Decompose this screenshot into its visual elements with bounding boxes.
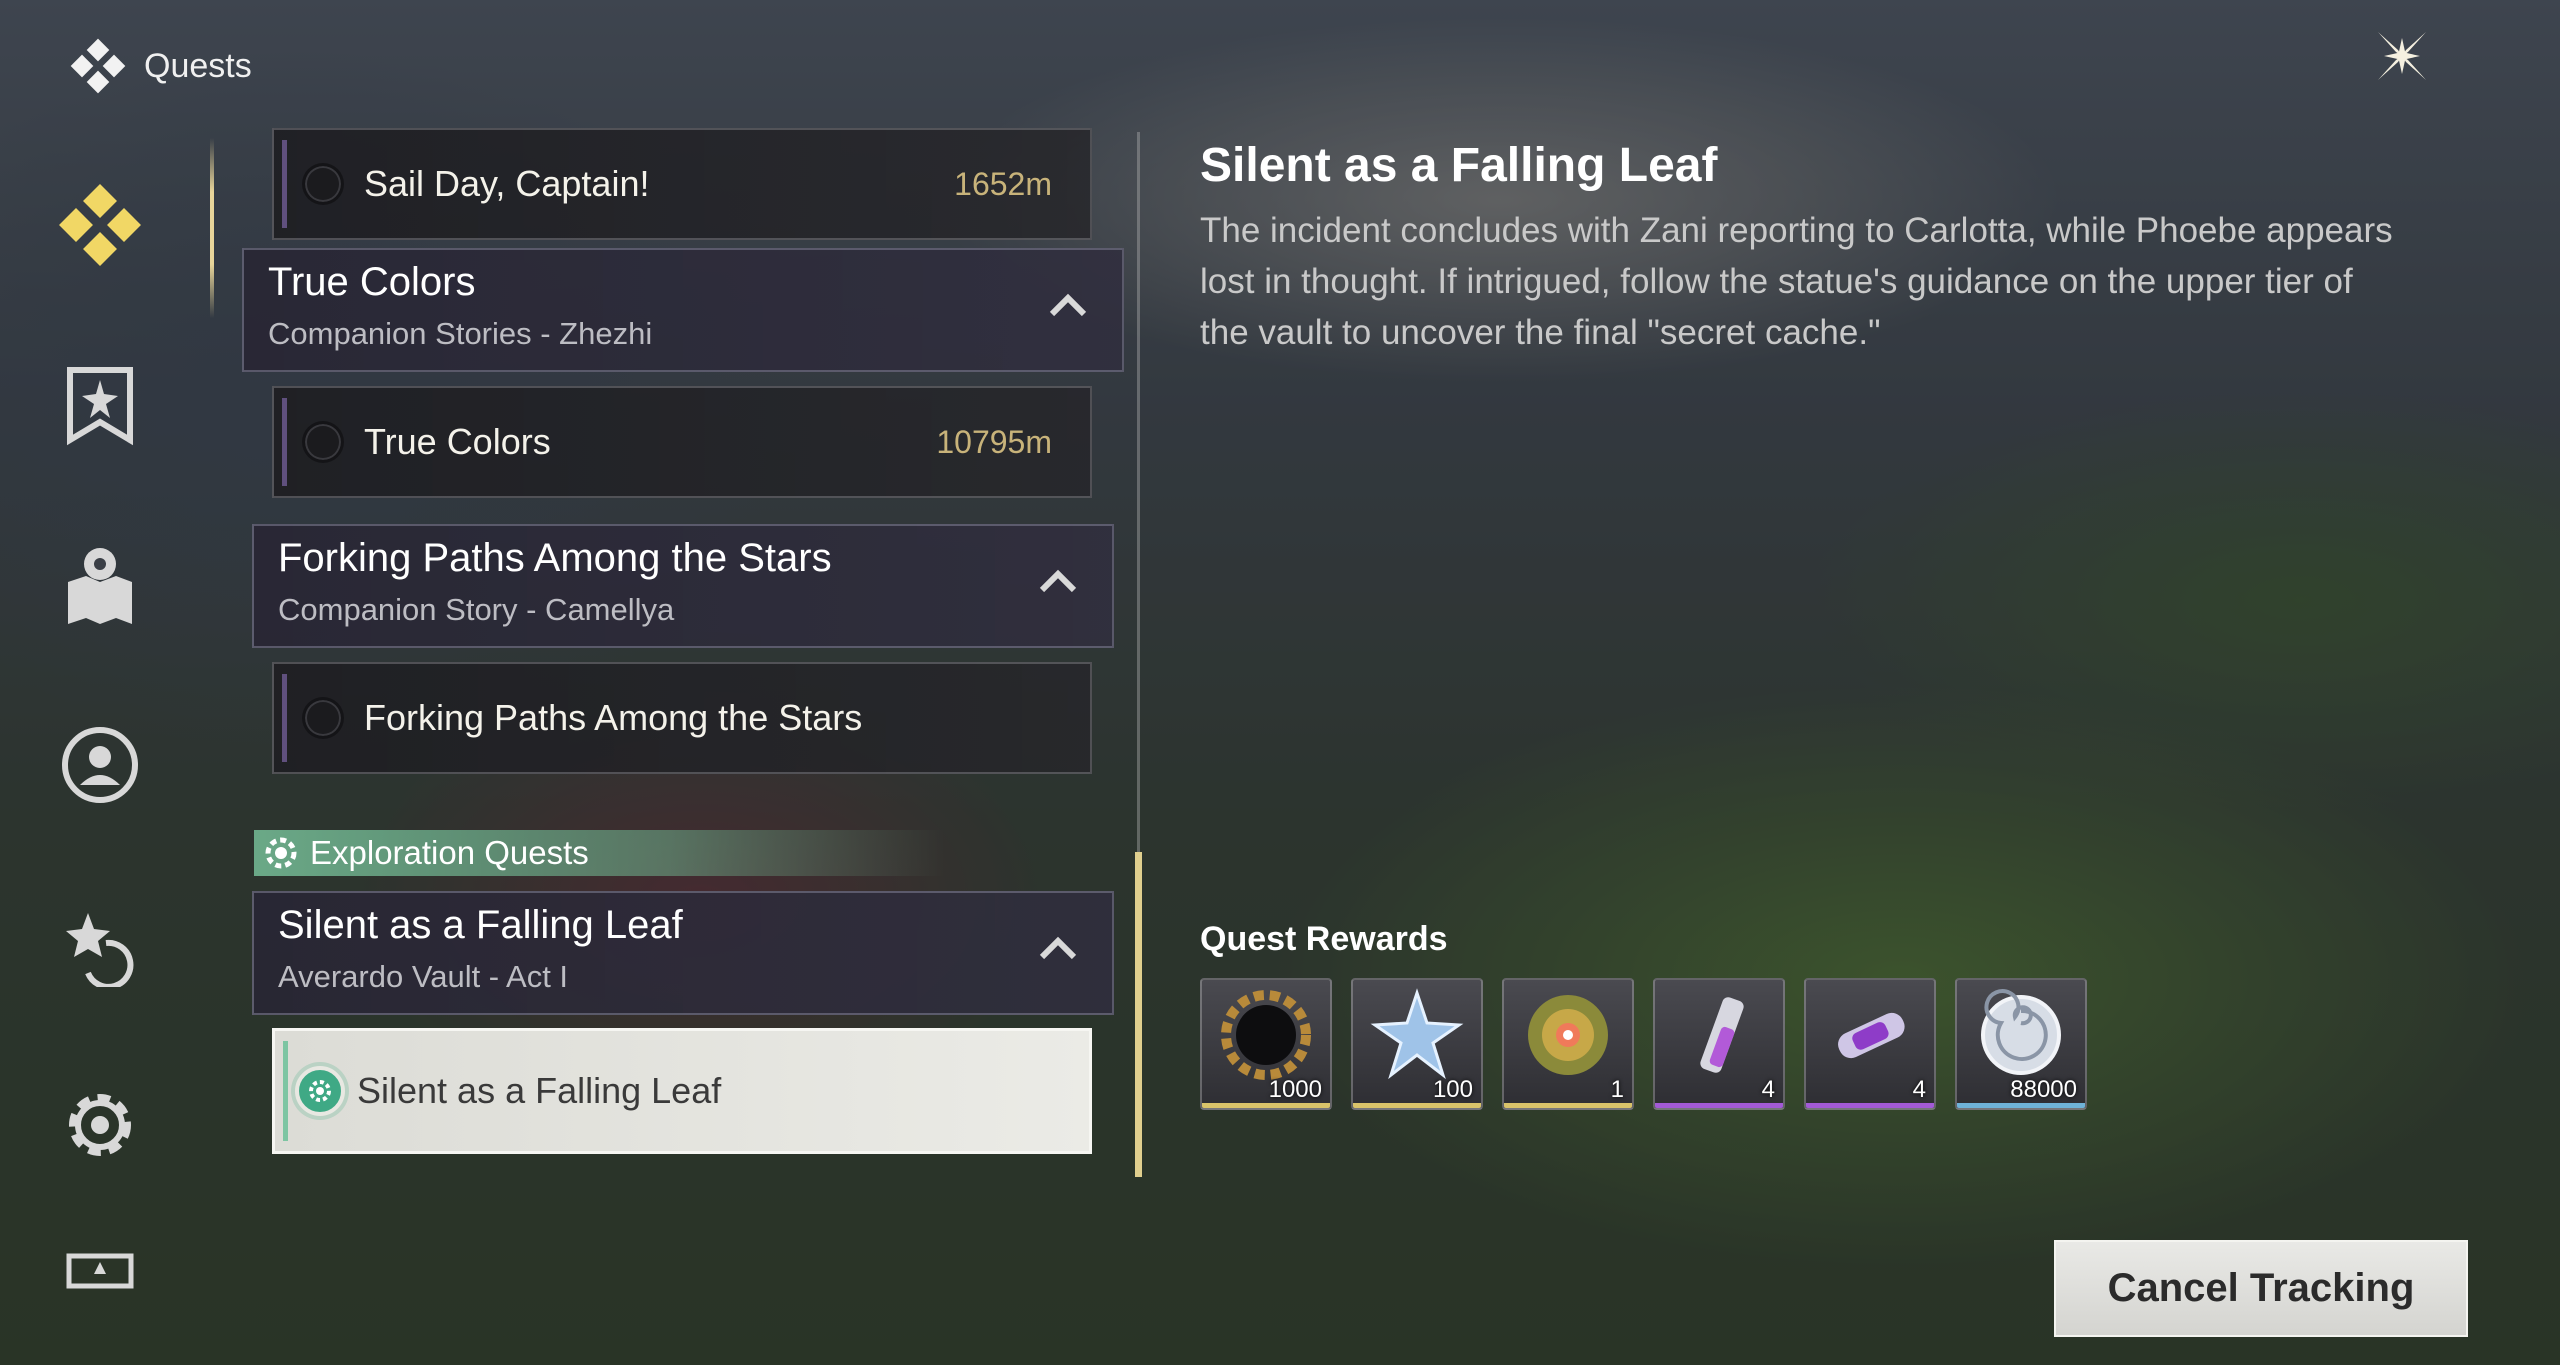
quest-label: Silent as a Falling Leaf (357, 1070, 722, 1111)
quest-detail: Silent as a Falling Leaf The incident co… (1200, 138, 2400, 358)
quest-group-title: True Colors (268, 260, 476, 304)
quest-group-title: Silent as a Falling Leaf (278, 903, 683, 947)
quest-label: Sail Day, Captain! (364, 163, 650, 204)
nav-active-indicator (210, 138, 214, 318)
golden-orb-icon (1504, 980, 1632, 1090)
nav-settings[interactable] (40, 1070, 160, 1180)
reward-qty: 1000 (1268, 1076, 1322, 1103)
rarity-bar (1202, 1103, 1330, 1108)
close-icon (2378, 32, 2426, 80)
reward-item[interactable]: 1000 (1200, 978, 1332, 1110)
quest-item[interactable]: Sail Day, Captain! 1652m (272, 128, 1092, 240)
reward-qty: 88000 (2010, 1076, 2077, 1103)
quest-group-header[interactable]: Silent as a Falling Leaf Averardo Vault … (252, 891, 1114, 1015)
nav-map[interactable] (40, 530, 160, 640)
quest-diamond-icon (59, 184, 141, 266)
quest-group-header[interactable]: True Colors Companion Stories - Zhezhi (242, 248, 1124, 372)
quest-distance: 1652m (954, 165, 1052, 202)
rarity-bar (1504, 1103, 1632, 1108)
page-title: Quests (144, 46, 252, 85)
quest-group-subtitle: Companion Story - Camellya (278, 592, 675, 627)
quest-group-subtitle: Averardo Vault - Act I (278, 959, 569, 994)
chevron-up-icon (1049, 293, 1087, 317)
rarity-bar (1806, 1103, 1934, 1108)
cancel-tracking-label: Cancel Tracking (2107, 1266, 2415, 1310)
banner-star-icon (67, 367, 133, 446)
header: Quests (70, 38, 252, 94)
reward-item[interactable]: 100 (1351, 978, 1483, 1110)
potion-vial-icon (1655, 980, 1783, 1090)
quest-item-tracked[interactable]: Silent as a Falling Leaf (272, 1028, 1092, 1154)
close-button[interactable] (2370, 24, 2434, 88)
reward-item[interactable]: 1 (1502, 978, 1634, 1110)
nav-banner[interactable] (40, 350, 160, 460)
reward-qty: 100 (1432, 1076, 1473, 1103)
rewards-title: Quest Rewards (1200, 920, 1448, 958)
rarity-bar (1353, 1103, 1481, 1108)
section-label: Exploration Quests (310, 834, 589, 871)
map-pin-icon (68, 548, 132, 624)
reward-item[interactable]: 4 (1804, 978, 1936, 1110)
chevron-up-icon (1039, 569, 1077, 593)
quest-diamond-icon (70, 38, 126, 94)
nav-star-refresh[interactable] (40, 890, 160, 1000)
quest-list: Sail Day, Captain! 1652m True Colors Com… (240, 128, 1130, 1365)
quest-radio (302, 163, 344, 205)
quest-item[interactable]: True Colors 10795m (272, 386, 1092, 498)
tracking-icon (295, 1066, 345, 1116)
quest-label: True Colors (364, 421, 551, 462)
crystal-star-icon (1353, 980, 1481, 1090)
quest-rewards: Quest Rewards 1000 100 1 4 4 88000 (1200, 920, 2087, 1110)
section-header-exploration: Exploration Quests (254, 830, 944, 876)
quest-distance: 10795m (936, 423, 1052, 460)
rarity-bar (1655, 1103, 1783, 1108)
quest-detail-title: Silent as a Falling Leaf (1200, 139, 1718, 192)
purple-capsule-icon (1806, 980, 1934, 1090)
gear-icon (69, 1094, 131, 1156)
quest-radio (302, 421, 344, 463)
shell-coin-icon (1957, 980, 2085, 1090)
reward-item[interactable]: 4 (1653, 978, 1785, 1110)
quest-detail-description: The incident concludes with Zani reporti… (1200, 211, 2393, 352)
dark-gear-coin-icon (1202, 980, 1330, 1090)
quest-group-subtitle: Companion Stories - Zhezhi (268, 316, 653, 351)
chevron-up-icon (1039, 936, 1077, 960)
nav-quests[interactable] (40, 170, 160, 280)
nav-screen[interactable] (40, 1240, 160, 1300)
companion-person-icon (62, 727, 138, 803)
reward-qty: 1 (1610, 1076, 1624, 1103)
quest-group-header[interactable]: Forking Paths Among the Stars Companion … (252, 524, 1114, 648)
rarity-bar (1957, 1103, 2085, 1108)
rewards-row: 1000 100 1 4 4 88000 (1200, 978, 2087, 1110)
exploration-gear-icon (265, 837, 297, 869)
quest-group-title: Forking Paths Among the Stars (278, 536, 832, 580)
star-refresh-icon (66, 913, 134, 987)
nav-companion[interactable] (40, 710, 160, 820)
quest-label: Forking Paths Among the Stars (364, 697, 863, 738)
quest-item[interactable]: Forking Paths Among the Stars (272, 662, 1092, 774)
reward-qty: 4 (1912, 1076, 1926, 1103)
screen-icon (66, 1253, 134, 1289)
cancel-tracking-button[interactable]: Cancel Tracking (2054, 1240, 2468, 1337)
quest-list-scroll-thumb[interactable] (1135, 852, 1142, 1177)
quest-radio (302, 697, 344, 739)
reward-qty: 4 (1761, 1076, 1775, 1103)
reward-item[interactable]: 88000 (1955, 978, 2087, 1110)
